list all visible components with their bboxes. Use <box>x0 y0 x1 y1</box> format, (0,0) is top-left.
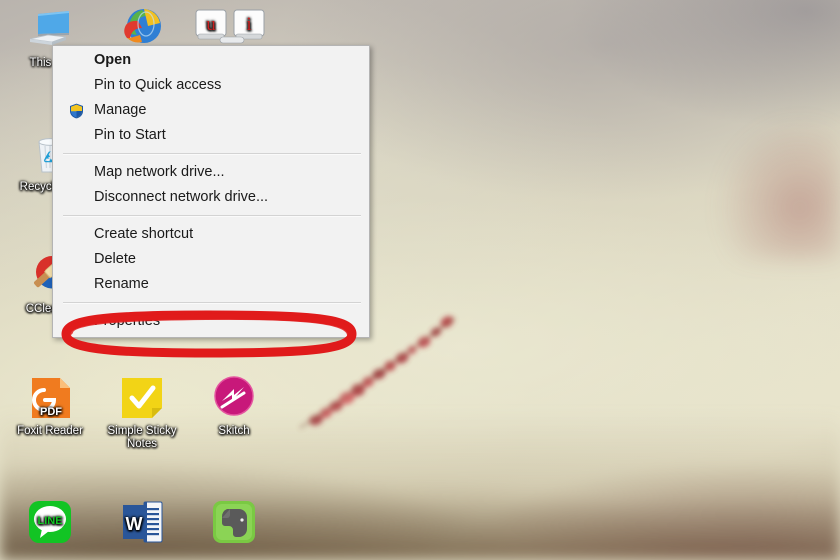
menu-item-create-shortcut[interactable]: Create shortcut <box>53 222 369 247</box>
menu-item-properties[interactable]: Properties <box>53 309 369 334</box>
menu-item-map-network-drive[interactable]: Map network drive... <box>53 160 369 185</box>
menu-item-pin-to-quick-access[interactable]: Pin to Quick access <box>53 73 369 98</box>
menu-item-open[interactable]: Open <box>53 48 369 73</box>
desktop-icon-foxit-reader[interactable]: PDF Foxit Reader <box>4 374 96 438</box>
menu-item-manage[interactable]: Manage <box>53 98 369 123</box>
desktop-icon-evernote[interactable] <box>188 498 280 549</box>
menu-item-label: Manage <box>94 102 147 118</box>
menu-item-label: Rename <box>94 276 149 292</box>
evernote-icon <box>210 498 258 546</box>
desktop-icon-label: Skitch <box>218 425 250 437</box>
menu-separator-1 <box>63 153 361 155</box>
svg-text:u: u <box>206 14 216 35</box>
menu-item-pin-to-start[interactable]: Pin to Start <box>53 123 369 148</box>
desktop-icon-line[interactable]: LINE <box>4 498 96 549</box>
menu-item-label: Pin to Quick access <box>94 77 222 93</box>
menu-item-label: Delete <box>94 251 136 267</box>
foxit-reader-icon: PDF <box>26 374 74 422</box>
desktop-icon-label: Simple Sticky Notes <box>107 425 177 450</box>
menu-item-label: Create shortcut <box>94 226 194 242</box>
shield-icon <box>69 103 84 119</box>
menu-item-label: Pin to Start <box>94 127 166 143</box>
svg-text:i: i <box>246 14 251 35</box>
svg-text:LINE: LINE <box>37 515 62 527</box>
desktop-icon-skitch[interactable]: Skitch <box>188 374 280 438</box>
context-menu[interactable]: Open Pin to Quick access Manage Pin to S… <box>52 45 370 338</box>
microsoft-word-icon: W <box>118 498 166 546</box>
skitch-icon <box>210 374 258 422</box>
menu-item-label: Map network drive... <box>94 164 225 180</box>
menu-separator-3 <box>63 302 361 304</box>
svg-text:W: W <box>126 514 143 534</box>
menu-separator-2 <box>63 215 361 217</box>
svg-text:PDF: PDF <box>40 406 62 418</box>
menu-item-disconnect-network-drive[interactable]: Disconnect network drive... <box>53 185 369 210</box>
desktop-icon-simple-sticky-notes[interactable]: Simple Sticky Notes <box>96 374 188 451</box>
desktop-icon-label: Foxit Reader <box>17 425 83 437</box>
menu-item-label: Properties <box>94 313 161 329</box>
menu-item-label: Open <box>94 52 132 68</box>
menu-item-label: Disconnect network drive... <box>94 189 269 205</box>
line-icon: LINE <box>26 498 74 546</box>
desktop-icon-microsoft-word[interactable]: W <box>96 498 188 549</box>
menu-item-delete[interactable]: Delete <box>53 247 369 272</box>
menu-item-rename[interactable]: Rename <box>53 272 369 297</box>
sticky-notes-icon <box>118 374 166 422</box>
desktop[interactable]: This PC u i Recycle Bin CCleaner PDF Fox… <box>0 0 840 560</box>
